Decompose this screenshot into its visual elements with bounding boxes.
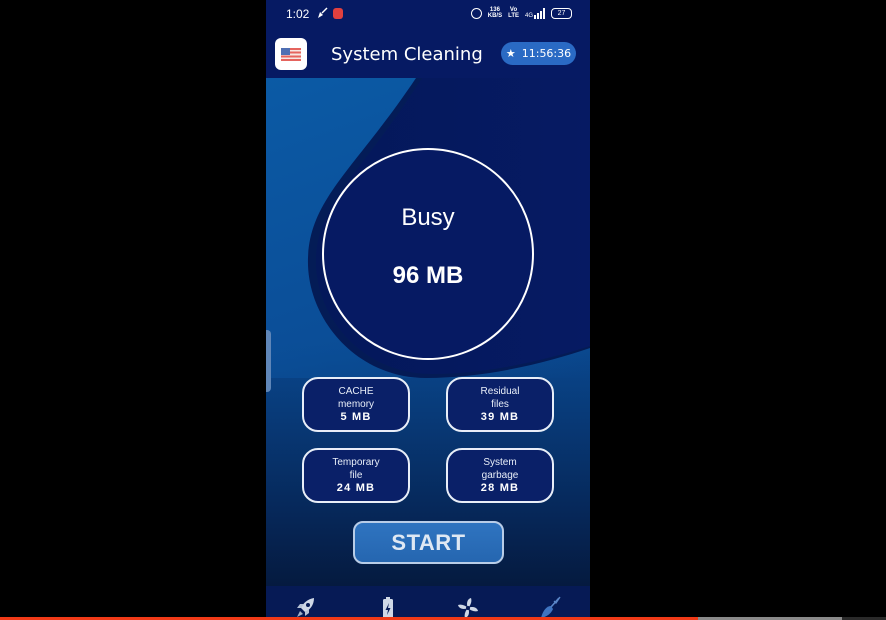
stat-value: 24 MB	[336, 482, 376, 494]
star-icon: ★	[505, 47, 516, 60]
stat-value: 39 MB	[480, 411, 520, 423]
stat-card-cache: CACHE memory 5 MB	[302, 377, 410, 432]
alarm-icon	[470, 7, 482, 19]
battery-icon	[383, 597, 393, 617]
stat-label-line1: Temporary	[332, 457, 380, 468]
stat-label-line2: garbage	[481, 470, 519, 481]
app-bar: System Cleaning ★ 11:56:36	[266, 30, 590, 78]
signal-icon: 4G	[524, 7, 545, 19]
start-button[interactable]: START	[353, 521, 504, 564]
network-speed-icon: 136 KB/S	[488, 7, 502, 19]
edge-drag-handle[interactable]	[266, 330, 271, 392]
broom-icon	[541, 596, 561, 617]
red-app-notification-icon	[333, 8, 343, 19]
screen: 1:02 136 KB/S Vo LTE 4G 27 System Cleani…	[0, 0, 886, 620]
stat-label-line1: CACHE	[338, 386, 374, 397]
timer-value: 11:56:36	[521, 47, 572, 60]
status-bar: 1:02 136 KB/S Vo LTE 4G 27	[266, 0, 590, 30]
fan-icon	[458, 598, 478, 617]
nav-item-clean[interactable]	[538, 596, 562, 617]
us-flag-icon	[281, 47, 301, 61]
stat-label-line1: Residual	[480, 386, 520, 397]
nav-item-cooler[interactable]	[456, 596, 480, 617]
language-button[interactable]	[275, 38, 307, 70]
stat-label-line1: System	[483, 457, 517, 468]
stat-label-line2: file	[349, 470, 363, 481]
summary-status: Busy	[401, 204, 455, 231]
rocket-icon	[297, 598, 314, 617]
timer-badge[interactable]: ★ 11:56:36	[501, 42, 576, 65]
stat-card-garbage: System garbage 28 MB	[446, 448, 554, 503]
status-time: 1:02	[286, 7, 310, 21]
stat-label-line2: memory	[337, 399, 375, 410]
cleaner-notification-icon	[318, 7, 328, 18]
volte-icon: Vo LTE	[508, 7, 519, 19]
signal-bars	[534, 7, 545, 19]
volte-bottom: LTE	[508, 13, 519, 19]
stat-value: 5 MB	[340, 411, 372, 423]
memory-summary-circle: Busy 96 MB	[322, 148, 534, 360]
summary-value: 96 MB	[392, 262, 464, 289]
stat-label-line2: files	[491, 399, 509, 410]
nav-item-boost[interactable]	[294, 596, 318, 617]
signal-label: 4G	[524, 12, 533, 19]
battery-icon: 27	[551, 7, 572, 19]
page-title: System Cleaning	[331, 44, 483, 65]
status-icons: 136 KB/S Vo LTE 4G 27	[470, 7, 572, 19]
network-speed-unit: KB/S	[487, 13, 503, 19]
stat-value: 28 MB	[480, 482, 520, 494]
stat-card-residual: Residual files 39 MB	[446, 377, 554, 432]
main-content: Busy 96 MB CACHE memory 5 MB Residual fi…	[266, 78, 590, 586]
nav-item-battery[interactable]	[376, 596, 400, 617]
phone-screen: 1:02 136 KB/S Vo LTE 4G 27 System Cleani…	[266, 0, 590, 617]
stat-card-temporary: Temporary file 24 MB	[302, 448, 410, 503]
bottom-nav	[266, 586, 590, 617]
